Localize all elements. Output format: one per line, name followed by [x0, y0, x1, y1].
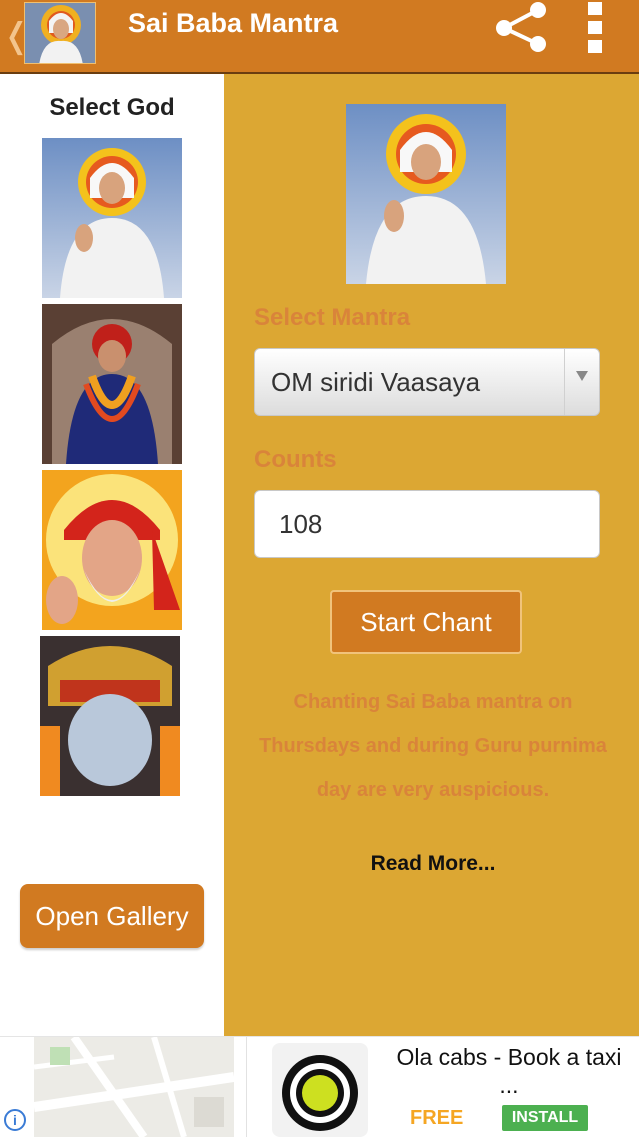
god-selector-panel: Select God Open Gallery [0, 74, 224, 1036]
start-chant-button[interactable]: Start Chant [330, 590, 522, 654]
select-mantra-label: Select Mantra [254, 304, 411, 331]
ad-title[interactable]: Ola cabs - Book a taxi ... [384, 1043, 634, 1099]
open-gallery-button[interactable]: Open Gallery [20, 884, 204, 948]
ad-install-button[interactable]: INSTALL [502, 1105, 588, 1131]
dropdown-arrow-icon[interactable] [564, 349, 599, 415]
mantra-info-text: Chanting Sai Baba mantra on Thursdays an… [259, 691, 607, 801]
ad-free-label: FREE [410, 1107, 464, 1129]
selected-god-image [346, 104, 506, 284]
ola-logo-icon[interactable] [272, 1043, 368, 1137]
ad-info-icon[interactable]: i [4, 1109, 26, 1131]
app-title: Sai Baba Mantra [128, 8, 339, 38]
overflow-menu-icon[interactable] [584, 0, 606, 56]
mantra-dropdown-value: OM siridi Vaasaya [271, 367, 481, 397]
ad-divider [246, 1037, 247, 1137]
god-thumbnail-1[interactable] [42, 138, 182, 298]
sai-baba-logo-icon[interactable] [24, 2, 96, 64]
read-more-link[interactable]: Read More... [254, 852, 612, 876]
counts-input[interactable]: 108 [254, 490, 600, 558]
god-thumbnail-2[interactable] [42, 304, 182, 464]
share-icon[interactable] [490, 0, 552, 56]
mantra-dropdown[interactable]: OM siridi Vaasaya [254, 348, 600, 416]
select-god-heading: Select God [49, 94, 175, 121]
mantra-panel: Select Mantra OM siridi Vaasaya Counts 1… [224, 74, 639, 1036]
app-bar: ❬ Sai Baba Mantra [0, 0, 639, 74]
ad-banner[interactable]: i Ola cabs - Book a taxi ... FREE INSTAL… [0, 1036, 639, 1137]
counts-label: Counts [254, 446, 337, 473]
back-chevron-icon[interactable]: ❬ [2, 16, 31, 56]
god-thumbnail-4[interactable] [40, 636, 180, 796]
ad-map-image[interactable] [34, 1037, 234, 1137]
god-thumbnail-3[interactable] [42, 470, 182, 630]
